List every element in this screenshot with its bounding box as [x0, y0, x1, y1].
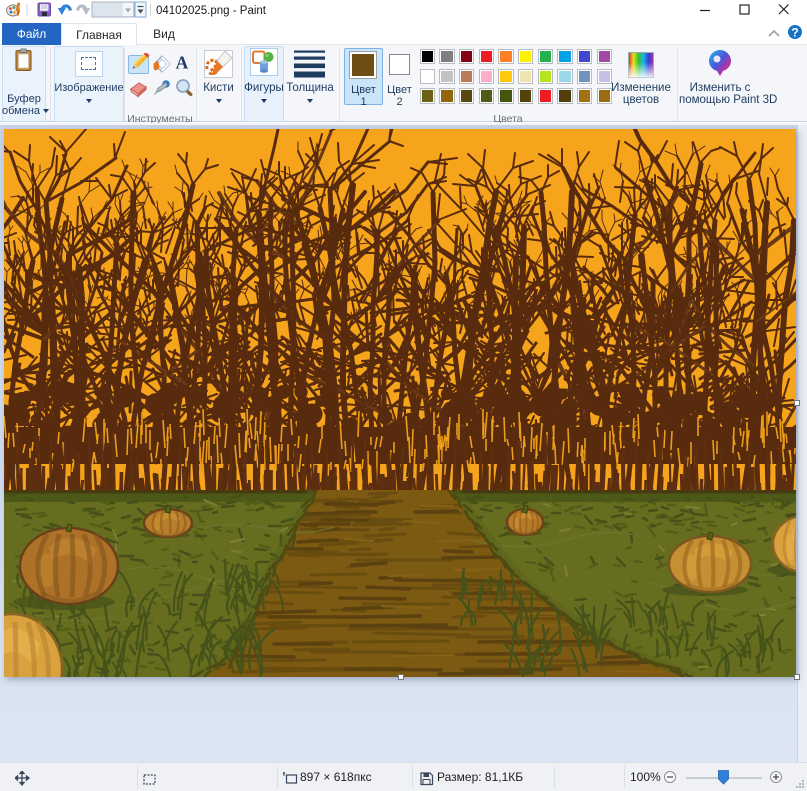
svg-text:?: ? [791, 26, 798, 40]
svg-text:A: A [176, 53, 189, 73]
